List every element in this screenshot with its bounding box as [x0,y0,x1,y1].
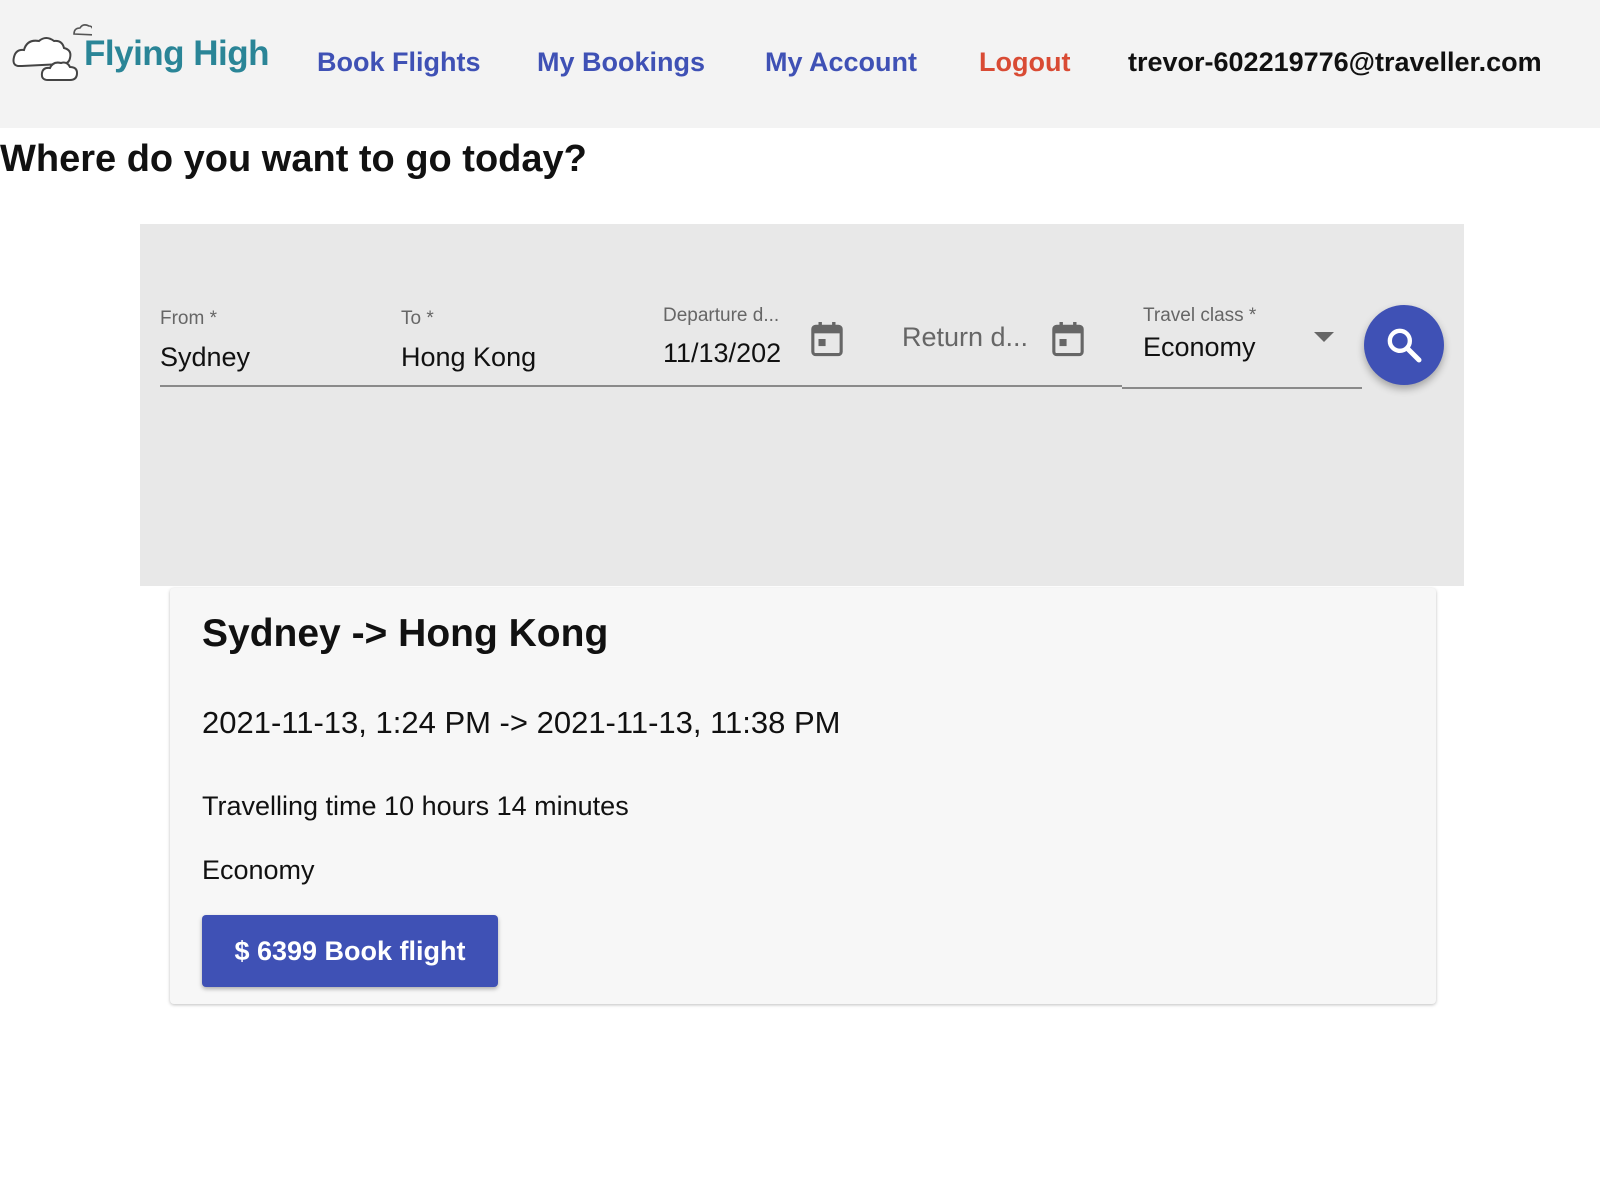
from-input[interactable] [160,342,380,373]
nav-logout[interactable]: Logout [979,47,1070,78]
return-calendar-icon[interactable] [1051,320,1085,358]
cloud-logo-icon [12,24,92,81]
travel-duration: Travelling time 10 hours 14 minutes [202,791,629,821]
logo-text: Flying High [84,34,270,73]
travel-class-value[interactable]: Economy [1143,332,1256,363]
fields-underline [160,385,1122,387]
from-label: From * [160,308,217,329]
to-field[interactable]: To * [401,308,641,384]
nav-my-account[interactable]: My Account [765,47,917,78]
return-date-placeholder[interactable]: Return d... [902,322,1028,353]
flight-result-card: Sydney -> Hong Kong 2021-11-13, 1:24 PM … [170,588,1436,1004]
chevron-down-icon[interactable] [1314,332,1334,342]
travel-class-underline [1122,387,1362,389]
from-field[interactable]: From * [160,308,380,384]
to-label: To * [401,308,434,329]
to-input[interactable] [401,342,641,373]
nav-my-bookings[interactable]: My Bookings [537,47,705,78]
departure-calendar-icon[interactable] [810,320,844,358]
departure-date-value[interactable]: 11/13/202 [663,338,797,369]
search-icon [1387,328,1422,363]
flight-search-form: From * To * Departure d... 11/13/202 Ret… [140,224,1464,586]
travel-class-info: Economy [202,855,315,885]
travel-class-label: Travel class * [1143,305,1257,326]
search-button[interactable] [1364,305,1444,385]
flight-times: 2021-11-13, 1:24 PM -> 2021-11-13, 11:38… [202,705,841,740]
route-title: Sydney -> Hong Kong [202,612,609,655]
page-title: Where do you want to go today? [0,138,587,180]
departure-date-field[interactable]: Departure d... 11/13/202 [663,305,797,381]
nav-book-flights[interactable]: Book Flights [317,47,481,78]
travel-class-select[interactable]: Travel class * Economy [1143,305,1303,381]
logo[interactable]: Flying High [12,20,280,84]
top-navbar: Flying High Book Flights My Bookings My … [0,0,1600,128]
user-email: trevor-602219776@traveller.com [1128,47,1542,77]
departure-date-label: Departure d... [663,305,780,326]
book-flight-button[interactable]: $ 6399 Book flight [202,915,498,987]
